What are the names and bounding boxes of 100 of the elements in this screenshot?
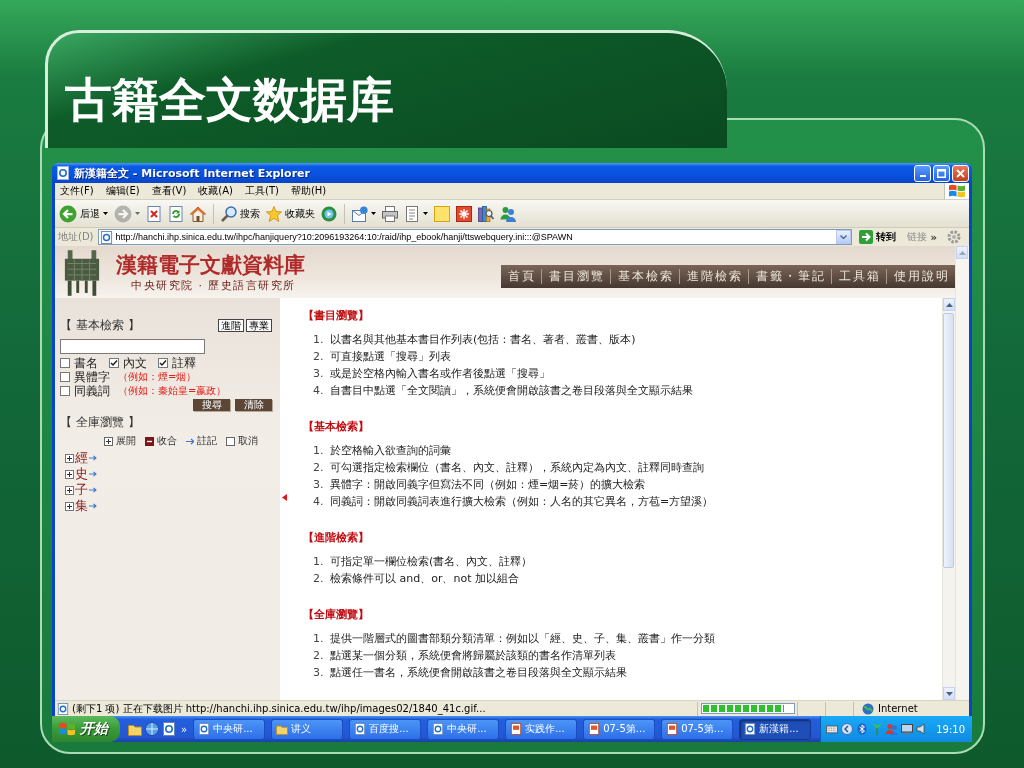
collapse-all-link[interactable]: 收合 <box>145 434 177 448</box>
checkbox[interactable] <box>60 358 70 368</box>
speaker-icon[interactable] <box>916 723 928 735</box>
globe-icon[interactable] <box>145 722 159 736</box>
menu-item[interactable]: 帮助(H) <box>285 184 334 198</box>
plus-box-icon[interactable] <box>65 453 74 463</box>
page-cross-icon <box>146 205 162 222</box>
scroll-down-button[interactable] <box>943 687 955 700</box>
books-magnifier-icon <box>478 205 494 222</box>
plus-box-icon <box>104 436 113 446</box>
list-item-text: 異體字：開啟同義字但寫法不同（例如：煙=烟=菸）的擴大檢索 <box>330 477 646 492</box>
vertical-scrollbar[interactable] <box>955 246 969 700</box>
scroll-up-button[interactable] <box>943 298 955 311</box>
list-number: 1. <box>313 333 325 346</box>
checkbox[interactable] <box>158 358 168 368</box>
checkbox[interactable] <box>60 372 70 382</box>
nav-link[interactable]: 首頁 <box>501 269 541 284</box>
clear-button[interactable]: 清除 <box>235 399 272 411</box>
right-arrow-icon[interactable] <box>89 455 97 461</box>
back-button[interactable]: 后退 <box>57 201 110 226</box>
list-number: 2. <box>313 649 325 662</box>
plus-box-icon[interactable] <box>65 469 74 479</box>
nav-link[interactable]: 進階檢索 <box>679 269 748 284</box>
search-field[interactable] <box>60 339 205 354</box>
menu-item[interactable]: 文件(F) <box>55 184 101 198</box>
clock: 19:10 <box>936 723 965 735</box>
list-number: 1. <box>313 444 325 457</box>
web-page-icon[interactable] <box>162 722 176 736</box>
list-item-text: 自書目中點選「全文閱讀」，系統便會開啟該書之卷目段落與全文顯示結果 <box>330 383 693 398</box>
task-button[interactable]: 讲义 <box>271 718 344 740</box>
scrollbar-thumb[interactable] <box>943 313 954 568</box>
tree-item[interactable]: 史 <box>75 465 88 483</box>
web-page-icon <box>57 702 69 715</box>
keyboard-icon[interactable] <box>826 723 838 735</box>
favorites-button[interactable]: 收藏夹 <box>264 201 317 226</box>
menu-item[interactable]: 工具(T) <box>240 184 286 198</box>
zone-label: Internet <box>878 703 918 714</box>
checkbox[interactable] <box>109 358 119 368</box>
list-number: 3. <box>313 666 325 679</box>
slides-icon <box>666 723 679 735</box>
close-button[interactable] <box>952 164 969 182</box>
mode-button[interactable]: 專業 <box>246 319 272 332</box>
tree-item[interactable]: 子 <box>75 481 88 499</box>
menu-item[interactable]: 收藏(A) <box>193 184 240 198</box>
section-heading: 【書目瀏覽】 <box>303 308 370 324</box>
right-arrow-icon[interactable] <box>89 471 97 477</box>
cauldron-drawing <box>63 250 101 296</box>
task-button[interactable]: 中央研... <box>193 718 266 740</box>
go-button[interactable]: 转到 <box>855 230 899 244</box>
expand-all-link[interactable]: 展開 <box>104 434 136 448</box>
tree-item[interactable]: 經 <box>75 449 88 467</box>
section-heading: 【全庫瀏覽】 <box>303 607 370 623</box>
more-button[interactable]: » <box>930 231 937 243</box>
nav-link[interactable]: 基本檢索 <box>610 269 679 284</box>
document-icon <box>404 205 420 222</box>
start-button[interactable]: 开始 <box>52 716 120 742</box>
bluetooth-icon[interactable] <box>856 723 868 735</box>
cancel-link[interactable]: 取消 <box>226 434 258 448</box>
menu-item[interactable]: 编辑(E) <box>100 184 147 198</box>
folder-icon[interactable] <box>128 722 142 736</box>
vertical-scrollbar[interactable] <box>942 298 955 700</box>
nav-link[interactable]: 工具箱 <box>831 269 886 284</box>
checkbox-label: 同義詞 <box>74 384 110 398</box>
plus-box-icon[interactable] <box>65 485 74 495</box>
example-note: （例如：秦始皇=嬴政） <box>118 385 227 397</box>
chevron-left-icon[interactable] <box>841 723 853 735</box>
collapse-triangle-icon[interactable] <box>282 494 287 501</box>
list-number: 4. <box>313 495 325 508</box>
star-icon <box>266 205 282 222</box>
section-heading: 【基本檢索】 <box>303 419 370 435</box>
task-button[interactable]: 中央研... <box>427 718 500 740</box>
note-link[interactable]: 註記 <box>186 434 217 448</box>
chevron-down-icon <box>839 235 847 239</box>
monitor-icon[interactable] <box>901 723 913 735</box>
right-arrow-icon[interactable] <box>89 487 97 493</box>
plus-box-icon[interactable] <box>65 501 74 511</box>
list-item-text: 同義詞：開啟同義詞表進行擴大檢索（例如：人名的其它異名，方苞=方望溪） <box>330 494 714 509</box>
overflow-button[interactable]: » <box>181 723 188 735</box>
dropdown-button[interactable] <box>835 230 851 244</box>
task-button[interactable]: 百度搜... <box>349 718 422 740</box>
checkbox[interactable] <box>60 386 70 396</box>
task-button[interactable]: 07-5第... <box>661 718 734 740</box>
nav-link[interactable]: 書目瀏覽 <box>541 269 610 284</box>
menu-item[interactable]: 查看(V) <box>146 184 194 198</box>
tree-item[interactable]: 集 <box>75 497 88 515</box>
people-icon <box>500 205 516 222</box>
address-field[interactable]: http://hanchi.ihp.sinica.edu.tw/ihpc/hanjiquery?10:2096193264:10:/raid/ihp_ebook/hanji/ttswebquery.ini:::@SPAWN <box>97 229 852 245</box>
minimize-button[interactable] <box>914 164 931 182</box>
search-button[interactable]: 搜索 <box>219 201 262 226</box>
right-arrow-icon[interactable] <box>89 503 97 509</box>
task-button[interactable]: 实践作... <box>505 718 578 740</box>
list-item-text: 以書名與其他基本書目作列表(包括：書名、著者、叢書、版本) <box>330 332 636 347</box>
list-item-text: 可直接點選「搜尋」列表 <box>330 349 451 364</box>
task-button[interactable]: 07-5第... <box>583 718 656 740</box>
search-button[interactable]: 搜尋 <box>193 399 230 411</box>
mode-button[interactable]: 進階 <box>218 319 244 332</box>
nav-link[interactable]: 書籤・筆記 <box>748 269 831 284</box>
maximize-button[interactable] <box>933 164 950 182</box>
list-item-text: 提供一階層式的圖書部類分類清單：例如以「經、史、子、集、叢書」作一分類 <box>330 631 715 646</box>
task-button[interactable]: 新漢籍... <box>739 718 812 740</box>
